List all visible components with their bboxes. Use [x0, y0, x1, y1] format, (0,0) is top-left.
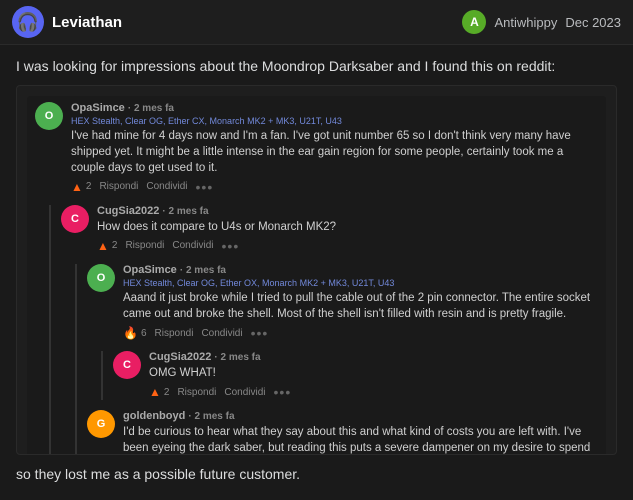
comment-3: O OpaSimce · 2 mes fa HEX Stealth, Clear… [87, 264, 598, 341]
intro-text: I was looking for impressions about the … [16, 58, 555, 74]
embed-inner: O OpaSimce · 2 mes fa HEX Stealth, Clear… [27, 96, 606, 455]
condividi-c3[interactable]: Condividi [201, 328, 242, 339]
upvote-c1[interactable]: ▲ 2 [71, 180, 91, 194]
comment-actions-c4: ▲ 2 Rispondi Condividi ••• [149, 384, 598, 400]
reply-c1[interactable]: Rispondi [99, 181, 138, 192]
footer-text: so they lost me as a possible future cus… [16, 466, 300, 482]
comment-body-c1: OpaSimce · 2 mes fa HEX Stealth, Clear O… [71, 102, 598, 195]
more-c1[interactable]: ••• [196, 179, 214, 195]
upvote-c3[interactable]: 🔥 6 [123, 326, 147, 340]
reply-c2[interactable]: Rispondi [125, 240, 164, 251]
comment-2-wrapper: C CugSia2022 · 2 mes fa How does it comp… [49, 205, 598, 455]
comment-user-c3: OpaSimce · 2 mes fa [123, 264, 598, 276]
more-c4[interactable]: ••• [274, 384, 292, 400]
post-footer: so they lost me as a possible future cus… [16, 465, 617, 485]
post-date: Dec 2023 [565, 15, 621, 30]
comment-4: C CugSia2022 · 2 mes fa OMG WHAT! ▲ 2 Ri… [113, 351, 598, 400]
username: Antiwhippy [494, 15, 557, 30]
comment-body-c5: goldenboyd · 2 mes fa I'd be curious to … [123, 410, 598, 454]
avatar-c1: O [35, 102, 63, 130]
comment-user-c2: CugSia2022 · 2 mes fa [97, 205, 598, 217]
reddit-embed: O OpaSimce · 2 mes fa HEX Stealth, Clear… [16, 85, 617, 455]
condividi-c2[interactable]: Condividi [172, 240, 213, 251]
reply-c3[interactable]: Rispondi [155, 328, 194, 339]
user-avatar: A [462, 10, 486, 34]
avatar-c4: C [113, 351, 141, 379]
upvote-c4[interactable]: ▲ 2 [149, 385, 169, 399]
comment-text-c3: Aaand it just broke while I tried to pul… [123, 290, 598, 322]
comment-actions-c2: ▲ 2 Rispondi Condividi ••• [97, 238, 598, 254]
more-c2[interactable]: ••• [222, 238, 240, 254]
reply-c4[interactable]: Rispondi [177, 387, 216, 398]
header-right: A Antiwhippy Dec 2023 [462, 10, 621, 34]
comment-text-c1: I've had mine for 4 days now and I'm a f… [71, 128, 598, 176]
avatar-c2: C [61, 205, 89, 233]
comment-text-c5: I'd be curious to hear what they say abo… [123, 424, 598, 454]
comment-tags-c3: HEX Stealth, Clear OG, Ether OX, Monarch… [123, 278, 598, 288]
comment-user-c1: OpaSimce · 2 mes fa [71, 102, 598, 114]
condividi-c4[interactable]: Condividi [224, 387, 265, 398]
channel-avatar: 🎧 [12, 6, 44, 38]
comment-actions-c3: 🔥 6 Rispondi Condividi ••• [123, 325, 598, 341]
comment-body-c3: OpaSimce · 2 mes fa HEX Stealth, Clear O… [123, 264, 598, 341]
comment-5: G goldenboyd · 2 mes fa I'd be curious t… [87, 410, 598, 454]
comment-actions-c1: ▲ 2 Rispondi Condividi ••• [71, 179, 598, 195]
comment-tags-c1: HEX Stealth, Clear OG, Ether CX, Monarch… [71, 116, 598, 126]
comment-text-c2: How does it compare to U4s or Monarch MK… [97, 219, 598, 235]
avatar-c3: O [87, 264, 115, 292]
comment-2: C CugSia2022 · 2 mes fa How does it comp… [61, 205, 598, 254]
comment-text-c4: OMG WHAT! [149, 365, 598, 381]
channel-title: Leviathan [52, 14, 454, 31]
comment-user-c5: goldenboyd · 2 mes fa [123, 410, 598, 422]
upvote-c2[interactable]: ▲ 2 [97, 239, 117, 253]
avatar-c5: G [87, 410, 115, 438]
comment-body-c4: CugSia2022 · 2 mes fa OMG WHAT! ▲ 2 Risp… [149, 351, 598, 400]
header: 🎧 Leviathan A Antiwhippy Dec 2023 [0, 0, 633, 45]
comment-4-wrapper: C CugSia2022 · 2 mes fa OMG WHAT! ▲ 2 Ri… [101, 351, 598, 400]
more-c3[interactable]: ••• [251, 325, 269, 341]
condividi-c1[interactable]: Condividi [146, 181, 187, 192]
comment-1: O OpaSimce · 2 mes fa HEX Stealth, Clear… [35, 102, 598, 195]
content-area: I was looking for impressions about the … [0, 45, 633, 496]
comment-3-wrapper: O OpaSimce · 2 mes fa HEX Stealth, Clear… [75, 264, 598, 455]
comment-body-c2: CugSia2022 · 2 mes fa How does it compar… [97, 205, 598, 254]
comment-user-c4: CugSia2022 · 2 mes fa [149, 351, 598, 363]
post-intro: I was looking for impressions about the … [16, 57, 617, 77]
